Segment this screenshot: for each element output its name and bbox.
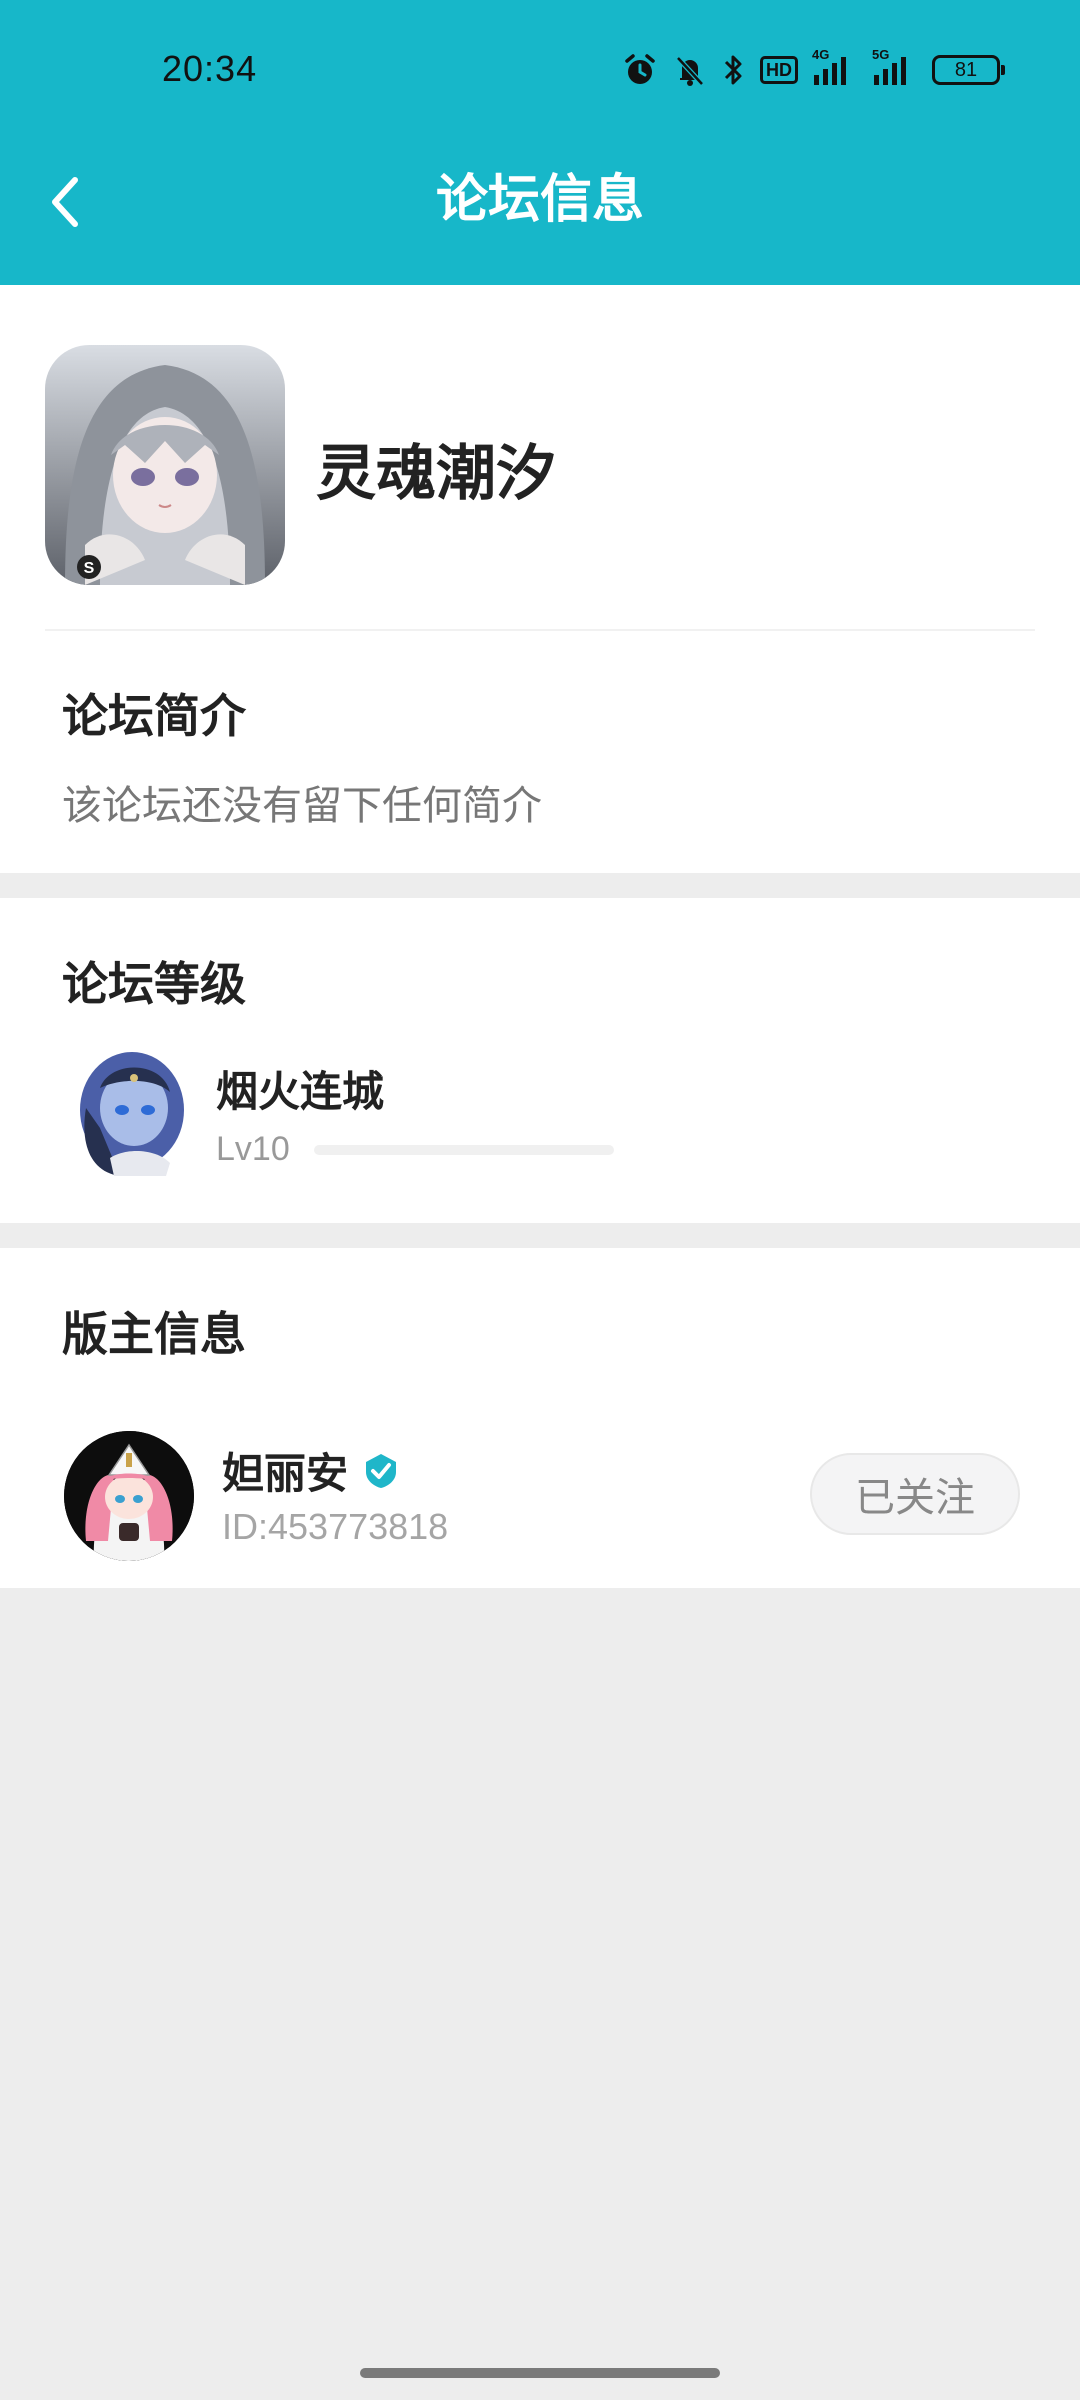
- network-5g-label: 5G: [872, 47, 890, 62]
- signal-4g-icon: 4G: [812, 47, 858, 87]
- page-title: 论坛信息: [435, 170, 644, 230]
- divider: [45, 629, 1035, 631]
- intro-title: 论坛简介: [62, 689, 246, 743]
- moderator-name-row: 妲丽安: [222, 1440, 400, 1501]
- forum-avatar: S: [45, 345, 285, 585]
- level-user-avatar[interactable]: [70, 1048, 190, 1178]
- moderator-name: 妲丽安: [222, 1449, 349, 1498]
- moderator-title: 版主信息: [62, 1307, 246, 1361]
- hd-badge: HD: [760, 56, 798, 84]
- forum-level-card: 论坛等级 烟火连城 Lv10: [0, 898, 1080, 1223]
- forum-info-card: S 灵魂潮汐 论坛简介 该论坛还没有留下任何简介: [0, 285, 1080, 873]
- status-time: 20:34: [162, 48, 258, 89]
- forum-name: 灵魂潮汐: [316, 439, 556, 509]
- level-progress-bar: [314, 1145, 614, 1155]
- intro-text: 该论坛还没有留下任何简介: [62, 783, 542, 829]
- verified-badge-icon: [366, 1453, 397, 1488]
- level-user-name: 烟火连城: [216, 1067, 385, 1116]
- battery-icon: 81: [932, 55, 1005, 85]
- alarm-icon: [622, 52, 658, 88]
- app-header: 20:34 HD 4G 5G 81 论坛信息: [0, 0, 1080, 285]
- svg-text:S: S: [84, 560, 95, 577]
- moderator-id: ID:453773818: [222, 1506, 449, 1547]
- level-label: Lv10: [216, 1130, 290, 1168]
- moderator-card: 版主信息 妲丽安 ID:453773818 已关注: [0, 1248, 1080, 1588]
- status-icons: HD 4G 5G 81: [622, 47, 1005, 90]
- bell-muted-icon: [672, 52, 708, 88]
- follow-button[interactable]: 已关注: [810, 1453, 1020, 1535]
- network-4g-label: 4G: [812, 47, 830, 62]
- level-title: 论坛等级: [62, 957, 246, 1011]
- moderator-avatar[interactable]: [64, 1431, 194, 1561]
- signal-5g-icon: 5G: [872, 47, 918, 87]
- home-indicator[interactable]: [360, 2368, 720, 2378]
- bluetooth-icon: [722, 52, 746, 88]
